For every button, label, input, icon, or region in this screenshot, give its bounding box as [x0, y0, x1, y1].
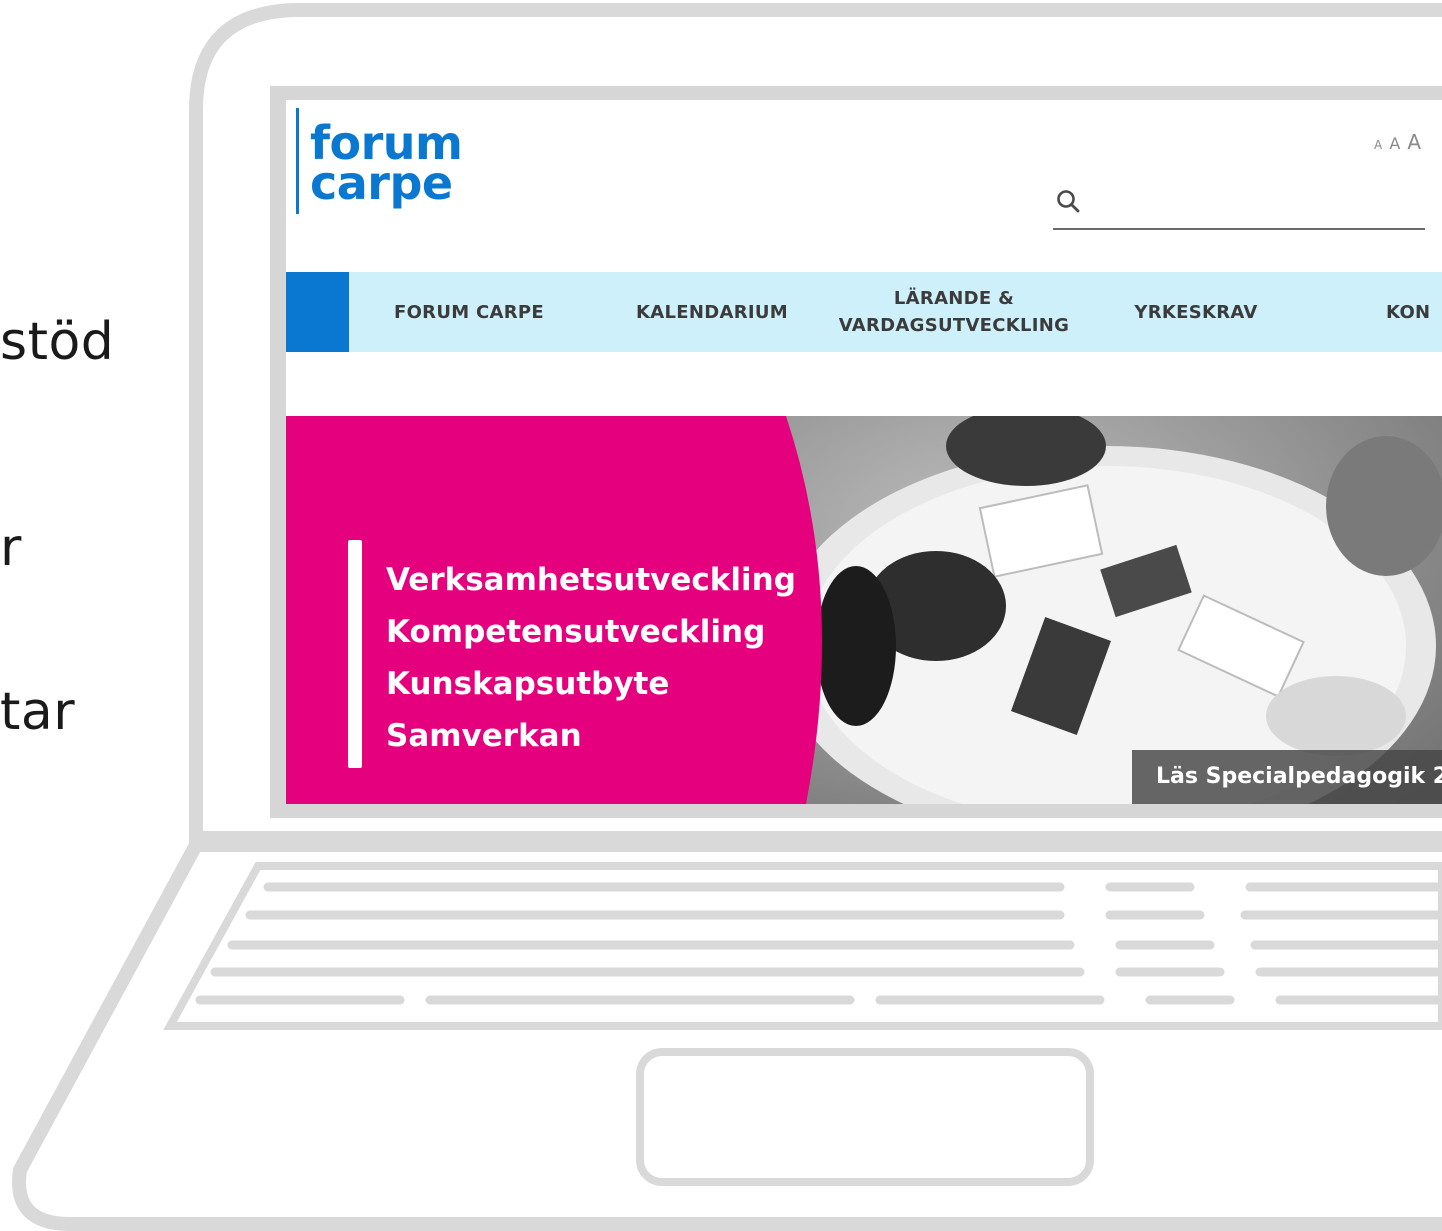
hero-caption-link[interactable]: Läs Specialpedagogik 2	[1132, 750, 1442, 804]
hero-banner[interactable]: Verksamhetsutveckling Kompetensutvecklin…	[286, 416, 1442, 804]
search-input[interactable]	[1093, 186, 1417, 220]
hero-text-block: Verksamhetsutveckling Kompetensutvecklin…	[386, 554, 796, 762]
search-icon[interactable]	[1055, 188, 1081, 218]
nav-accent-block	[286, 272, 349, 352]
laptop-screen-website: forum carpe A A A FORUM CARPE KALENDARIU…	[286, 100, 1442, 804]
laptop-base-outline	[12, 838, 1442, 1231]
nav-item-forum-carpe[interactable]: FORUM CARPE	[379, 272, 559, 352]
nav-item-larande-vardagsutveckling[interactable]: LÄRANDE & VARDAGSUTVECKLING	[834, 272, 1074, 352]
hero-line-4: Samverkan	[386, 718, 582, 754]
hero-line-3: Kunskapsutbyte	[386, 666, 670, 702]
main-navigation: FORUM CARPE KALENDARIUM LÄRANDE & VARDAG…	[286, 272, 1442, 352]
font-size-medium[interactable]: A	[1389, 134, 1400, 153]
hero-accent-bar	[348, 540, 362, 768]
nav-item-kontakt[interactable]: KON	[1386, 272, 1442, 352]
font-size-control: A A A	[1374, 130, 1423, 154]
nav-item-yrkeskrav[interactable]: YRKESKRAV	[1116, 272, 1276, 352]
hero-line-2: Kompetensutveckling	[386, 614, 766, 650]
logo-line-2: carpe	[310, 156, 453, 210]
keyboard-keys	[195, 882, 1442, 1005]
font-size-large[interactable]: A	[1407, 130, 1421, 154]
font-size-small[interactable]: A	[1374, 138, 1382, 152]
search-bar	[1053, 178, 1425, 230]
logo-bar	[296, 108, 299, 214]
hero-line-1: Verksamhetsutveckling	[386, 562, 796, 598]
nav-item-kalendarium[interactable]: KALENDARIUM	[622, 272, 802, 352]
trackpad	[636, 1048, 1094, 1186]
